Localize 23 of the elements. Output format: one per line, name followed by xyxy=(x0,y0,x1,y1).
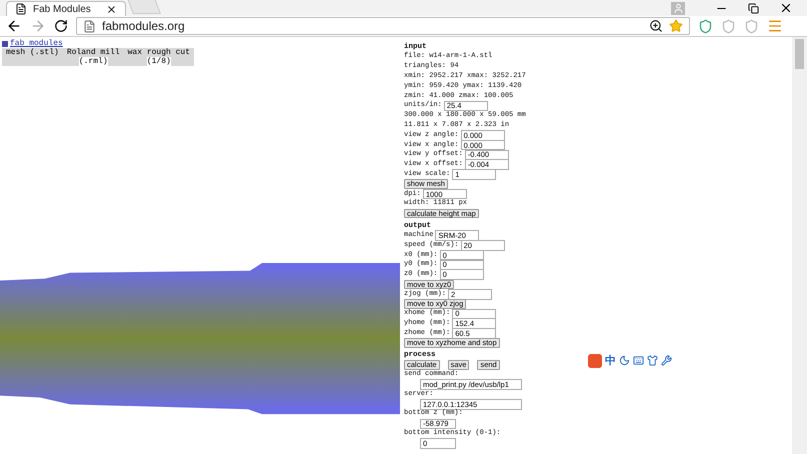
close-icon[interactable] xyxy=(779,1,793,15)
ime-logo-icon[interactable] xyxy=(588,354,602,368)
wrench-icon[interactable] xyxy=(661,355,672,366)
scrollbar[interactable] xyxy=(792,37,807,454)
user-icon xyxy=(672,2,684,14)
moon-icon[interactable] xyxy=(619,355,630,366)
page-icon[interactable] xyxy=(15,3,27,15)
address-bar[interactable]: fabmodules.org xyxy=(76,17,690,35)
reload-icon[interactable] xyxy=(54,19,68,33)
restore-icon[interactable] xyxy=(748,2,759,14)
menu-sublabel: (1/8) xyxy=(146,57,171,66)
menu-label[interactable]: mesh (.stl) xyxy=(6,48,59,57)
back-icon[interactable] xyxy=(6,18,22,34)
menu-label[interactable]: Roland mill xyxy=(66,48,120,57)
ime-mode-label[interactable]: 中 xyxy=(605,353,616,368)
fab-modules-link[interactable]: fab modules xyxy=(0,37,400,48)
menu-sublabel: (.rml) xyxy=(78,57,108,66)
grid-icon xyxy=(2,40,8,46)
shirt-icon[interactable] xyxy=(647,355,658,366)
keyboard-icon[interactable] xyxy=(633,355,644,366)
browser-tab[interactable]: Fab Modules xyxy=(6,1,126,16)
close-icon[interactable] xyxy=(106,4,117,14)
menu-label[interactable]: wax rough cut xyxy=(128,48,190,57)
